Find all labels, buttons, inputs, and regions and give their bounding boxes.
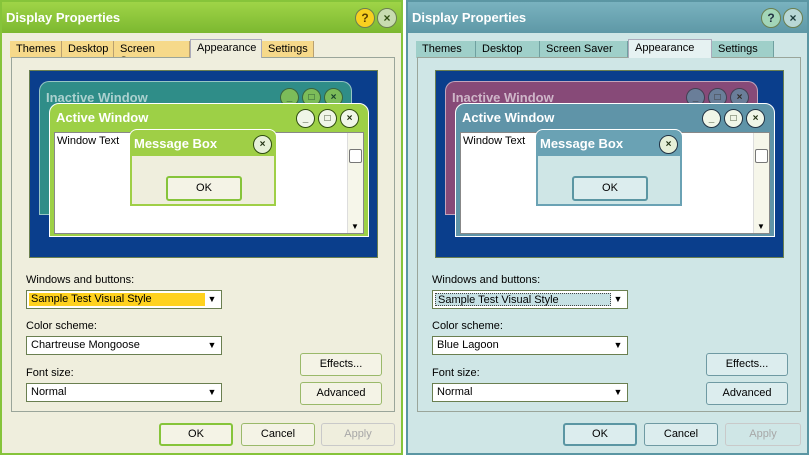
windows-buttons-select[interactable]: Sample Test Visual Style ▼ bbox=[432, 290, 628, 309]
minimize-icon: _ bbox=[702, 109, 721, 128]
chevron-down-icon[interactable]: ▼ bbox=[205, 339, 219, 352]
appearance-preview: Inactive Window _ □ × Active Window _ □ … bbox=[435, 70, 784, 258]
windows-buttons-select[interactable]: Sample Test Visual Style ▼ bbox=[26, 290, 222, 309]
window-title: Display Properties bbox=[412, 10, 527, 25]
color-scheme-value: Chartreuse Mongoose bbox=[31, 339, 140, 351]
color-scheme-select[interactable]: Blue Lagoon ▼ bbox=[432, 336, 628, 355]
tab-desktop[interactable]: Desktop bbox=[476, 41, 540, 58]
window-text: Window Text bbox=[463, 135, 526, 147]
close-icon[interactable]: × bbox=[377, 8, 397, 28]
close-icon[interactable]: × bbox=[783, 8, 803, 28]
color-scheme-value: Blue Lagoon bbox=[437, 339, 499, 351]
appearance-preview: Inactive Window _ □ × Active Window _ □ … bbox=[29, 70, 378, 258]
tab-desktop[interactable]: Desktop bbox=[62, 41, 114, 58]
tab-settings[interactable]: Settings bbox=[712, 41, 774, 58]
chevron-down-icon[interactable]: ▼ bbox=[205, 293, 219, 306]
title-bar[interactable]: Display Properties ? × bbox=[408, 2, 807, 33]
help-icon[interactable]: ? bbox=[355, 8, 375, 28]
tab-screen-saver[interactable]: Screen Saver bbox=[114, 41, 190, 67]
tab-screen-saver[interactable]: Screen Saver bbox=[540, 41, 628, 58]
maximize-icon: □ bbox=[318, 109, 337, 128]
color-scheme-select[interactable]: Chartreuse Mongoose ▼ bbox=[26, 336, 222, 355]
chevron-down-icon[interactable]: ▼ bbox=[611, 386, 625, 399]
window-text: Window Text bbox=[57, 135, 120, 147]
message-box-client: OK bbox=[538, 156, 680, 204]
maximize-icon: □ bbox=[724, 109, 743, 128]
preview-ok-button: OK bbox=[572, 176, 648, 201]
chevron-down-icon[interactable]: ▼ bbox=[611, 339, 625, 352]
preview-message-box: Message Box × OK bbox=[129, 129, 277, 207]
preview-scrollbar: ▼ bbox=[753, 133, 769, 233]
scroll-down-icon: ▼ bbox=[757, 222, 765, 231]
color-scheme-label: Color scheme: bbox=[26, 320, 97, 332]
preview-ok-button: OK bbox=[166, 176, 242, 201]
message-box-title: Message Box bbox=[134, 136, 218, 151]
windows-buttons-value: Sample Test Visual Style bbox=[435, 293, 611, 306]
minimize-icon: _ bbox=[296, 109, 315, 128]
message-box-title: Message Box bbox=[540, 136, 624, 151]
apply-button[interactable]: Apply bbox=[725, 423, 801, 446]
tab-themes[interactable]: Themes bbox=[416, 41, 476, 58]
font-size-label: Font size: bbox=[432, 367, 480, 379]
close-icon: × bbox=[746, 109, 765, 128]
font-size-value: Normal bbox=[437, 386, 473, 398]
close-icon: × bbox=[253, 135, 272, 154]
font-size-select[interactable]: Normal ▼ bbox=[26, 383, 222, 402]
ok-button[interactable]: OK bbox=[159, 423, 233, 446]
color-scheme-label: Color scheme: bbox=[432, 320, 503, 332]
tab-appearance[interactable]: Appearance bbox=[190, 39, 262, 58]
font-size-value: Normal bbox=[31, 386, 67, 398]
appearance-panel: Inactive Window _ □ × Active Window _ □ … bbox=[11, 57, 395, 412]
cancel-button[interactable]: Cancel bbox=[241, 423, 315, 446]
window-title: Display Properties bbox=[6, 10, 121, 25]
advanced-button[interactable]: Advanced bbox=[300, 382, 382, 405]
message-box-client: OK bbox=[132, 156, 274, 204]
close-icon: × bbox=[659, 135, 678, 154]
active-window-title: Active Window bbox=[56, 110, 149, 125]
scroll-down-icon: ▼ bbox=[351, 222, 359, 231]
tab-settings[interactable]: Settings bbox=[262, 41, 314, 58]
preview-message-box: Message Box × OK bbox=[535, 129, 683, 207]
title-bar[interactable]: Display Properties ? × bbox=[2, 2, 401, 33]
apply-button[interactable]: Apply bbox=[321, 423, 395, 446]
help-icon[interactable]: ? bbox=[761, 8, 781, 28]
tab-themes[interactable]: Themes bbox=[10, 41, 62, 58]
windows-buttons-value: Sample Test Visual Style bbox=[29, 293, 205, 306]
ok-button[interactable]: OK bbox=[563, 423, 637, 446]
cancel-button[interactable]: Cancel bbox=[644, 423, 718, 446]
effects-button[interactable]: Effects... bbox=[706, 353, 788, 376]
active-window-title: Active Window bbox=[462, 110, 555, 125]
appearance-panel: Inactive Window _ □ × Active Window _ □ … bbox=[417, 57, 801, 412]
scrollbar-thumb bbox=[755, 149, 768, 163]
preview-scrollbar: ▼ bbox=[347, 133, 363, 233]
advanced-button[interactable]: Advanced bbox=[706, 382, 788, 405]
effects-button[interactable]: Effects... bbox=[300, 353, 382, 376]
chevron-down-icon[interactable]: ▼ bbox=[205, 386, 219, 399]
display-properties-window-chartreuse: Display Properties ? × Themes Desktop Sc… bbox=[0, 0, 403, 455]
font-size-select[interactable]: Normal ▼ bbox=[432, 383, 628, 402]
tab-appearance[interactable]: Appearance bbox=[628, 39, 712, 58]
scrollbar-thumb bbox=[349, 149, 362, 163]
display-properties-window-blue: Display Properties ? × Themes Desktop Sc… bbox=[406, 0, 809, 455]
font-size-label: Font size: bbox=[26, 367, 74, 379]
close-icon: × bbox=[340, 109, 359, 128]
chevron-down-icon[interactable]: ▼ bbox=[611, 293, 625, 306]
windows-buttons-label: Windows and buttons: bbox=[432, 274, 541, 286]
windows-buttons-label: Windows and buttons: bbox=[26, 274, 135, 286]
